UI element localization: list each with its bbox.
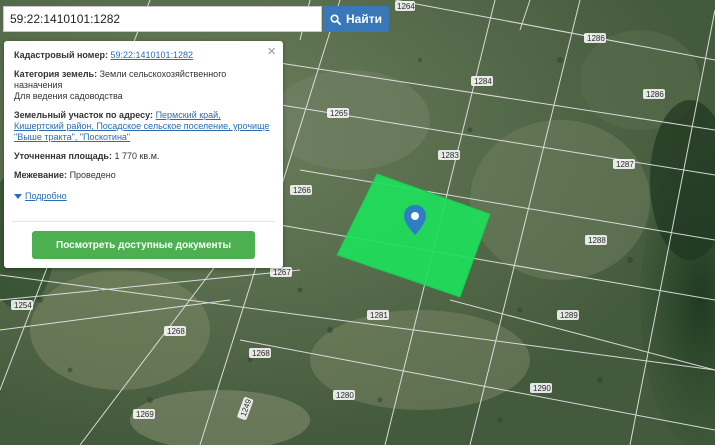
svg-text:1286: 1286 xyxy=(646,90,664,99)
svg-text:1284: 1284 xyxy=(474,77,492,86)
search-button[interactable]: Найти xyxy=(323,6,389,32)
svg-text:1254: 1254 xyxy=(14,301,32,310)
svg-text:1286: 1286 xyxy=(587,34,605,43)
parcel-info-panel: × Кадастровый номер: 59:22:1410101:1282 … xyxy=(4,41,283,268)
land-category-row: Категория земель: Земли сельскохозяйстве… xyxy=(14,69,273,102)
panel-divider xyxy=(12,221,275,222)
svg-text:1268: 1268 xyxy=(252,349,270,358)
svg-text:1287: 1287 xyxy=(616,160,634,169)
survey-value: Проведено xyxy=(69,170,116,180)
svg-text:1268: 1268 xyxy=(167,327,185,336)
cadastral-number-label: Кадастровый номер: xyxy=(14,50,108,60)
svg-text:1267: 1267 xyxy=(273,268,291,277)
area-value: 1 770 кв.м. xyxy=(114,151,160,161)
svg-text:1265: 1265 xyxy=(330,109,348,118)
details-toggle[interactable]: Подробно xyxy=(14,191,67,201)
svg-text:1288: 1288 xyxy=(588,236,606,245)
address-row: Земельный участок по адресу: Пермский кр… xyxy=(14,110,273,143)
svg-text:1266: 1266 xyxy=(293,186,311,195)
cadastral-number-link[interactable]: 59:22:1410101:1282 xyxy=(110,50,193,60)
area-row: Уточненная площадь: 1 770 кв.м. xyxy=(14,151,273,162)
svg-text:1283: 1283 xyxy=(441,151,459,160)
area-label: Уточненная площадь: xyxy=(14,151,112,161)
land-use-value: Для ведения садоводства xyxy=(14,91,123,101)
search-icon xyxy=(330,13,341,25)
svg-text:1290: 1290 xyxy=(533,384,551,393)
details-toggle-label: Подробно xyxy=(25,191,67,201)
search-button-label: Найти xyxy=(346,12,382,26)
close-icon[interactable]: × xyxy=(267,44,276,59)
survey-label: Межевание: xyxy=(14,170,68,180)
land-category-label: Категория земель: xyxy=(14,69,98,79)
svg-text:1264: 1264 xyxy=(397,2,415,11)
address-label: Земельный участок по адресу: xyxy=(14,110,154,120)
cadastral-number-row: Кадастровый номер: 59:22:1410101:1282 xyxy=(14,50,273,61)
triangle-down-icon xyxy=(14,193,22,199)
search-bar xyxy=(3,6,322,32)
svg-text:1269: 1269 xyxy=(136,410,154,419)
survey-row: Межевание: Проведено xyxy=(14,170,273,181)
svg-text:1281: 1281 xyxy=(370,311,388,320)
svg-text:1289: 1289 xyxy=(560,311,578,320)
view-documents-button[interactable]: Посмотреть доступные документы xyxy=(32,231,255,259)
svg-text:1280: 1280 xyxy=(336,391,354,400)
search-input[interactable] xyxy=(3,6,322,32)
